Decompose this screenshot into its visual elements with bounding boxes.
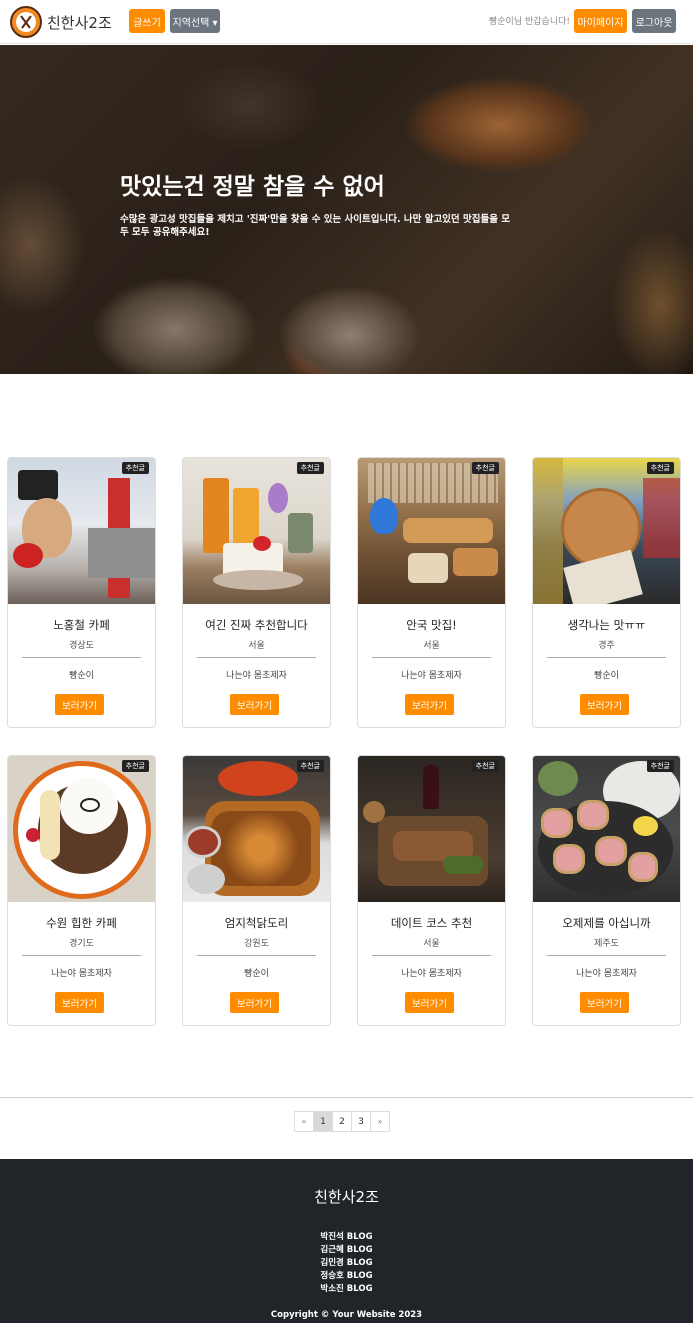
post-author: 나는야 몸초제자 (401, 969, 462, 979)
view-button[interactable]: 보러가기 (230, 992, 279, 1013)
view-button[interactable]: 보러가기 (405, 992, 454, 1013)
recommend-badge: 추천글 (296, 760, 324, 772)
post-title: 여긴 진짜 추천합니다 (205, 618, 308, 632)
footer-blog-link[interactable]: 김근혜 BLOG (0, 1244, 693, 1257)
post-region: 서울 (423, 641, 440, 651)
card-divider (547, 657, 666, 658)
hero-subtitle: 수많은 광고성 맛집들을 제치고 '진짜'만을 찾을 수 있는 사이트입니다. … (120, 214, 510, 238)
post-card[interactable]: 추천글 생각나는 맛ㅠㅠ 경주 빵순이 보러가기 (532, 457, 681, 728)
recommend-badge: 추천글 (471, 760, 499, 772)
post-region: 서울 (248, 641, 265, 651)
pagination-next[interactable]: » (370, 1111, 390, 1132)
post-title: 엄지척닭도리 (224, 916, 289, 930)
pagination: « 1 2 3 » (294, 1111, 390, 1132)
pagination-prev[interactable]: « (294, 1111, 314, 1132)
post-title: 오제제를 아십니까 (562, 916, 651, 930)
pagination-page[interactable]: 3 (351, 1111, 371, 1132)
view-button[interactable]: 보러가기 (55, 992, 104, 1013)
post-title: 생각나는 맛ㅠㅠ (567, 618, 646, 632)
region-select-dropdown[interactable]: 지역선택 ▾ (170, 9, 220, 33)
post-author: 빵순이 (244, 969, 269, 979)
post-author: 나는야 몸초제자 (576, 969, 637, 979)
post-title: 노홍철 카페 (53, 618, 110, 632)
post-author: 나는야 몸초제자 (51, 969, 112, 979)
post-region: 경상도 (69, 641, 94, 651)
footer-links: 박진석 BLOG 김근혜 BLOG 김민경 BLOG 정승호 BLOG 박소진 … (0, 1231, 693, 1296)
view-button[interactable]: 보러가기 (580, 992, 629, 1013)
post-card[interactable]: 추천글 데이트 코스 추천 서울 나는야 몸초제자 보러가기 (357, 755, 506, 1026)
view-button[interactable]: 보러가기 (230, 694, 279, 715)
brand[interactable]: 친한사2조 (10, 6, 112, 38)
copyright-text: Copyright © Your Website 2023 (270, 1310, 423, 1320)
brand-name: 친한사2조 (47, 13, 112, 32)
card-divider (372, 657, 491, 658)
view-button[interactable]: 보러가기 (55, 694, 104, 715)
post-card[interactable]: 추천글 수원 힙한 카페 경기도 나는야 몸초제자 보러가기 (7, 755, 156, 1026)
card-divider (547, 955, 666, 956)
card-divider (372, 955, 491, 956)
mypage-button[interactable]: 마이페이지 (574, 9, 627, 33)
post-image: 추천글 (358, 458, 505, 604)
post-author: 나는야 몸초제자 (401, 671, 462, 681)
post-image: 추천글 (533, 756, 680, 902)
post-card[interactable]: 추천글 여긴 진짜 추천합니다 서울 나는야 몸초제자 보러가기 (182, 457, 331, 728)
post-region: 서울 (423, 939, 440, 949)
card-divider (22, 657, 141, 658)
post-title: 수원 힙한 카페 (46, 916, 117, 930)
write-button[interactable]: 글쓰기 (129, 9, 165, 33)
post-author: 빵순이 (69, 671, 94, 681)
greeting-text: 빵순이님 반갑습니다! (489, 17, 570, 27)
post-region: 경기도 (69, 939, 94, 949)
card-divider (22, 955, 141, 956)
recommend-badge: 추천글 (471, 462, 499, 474)
post-image: 추천글 (183, 458, 330, 604)
logout-button[interactable]: 로그아웃 (632, 9, 676, 33)
pagination-page[interactable]: 1 (313, 1111, 333, 1132)
recommend-badge: 추천글 (646, 462, 674, 474)
post-image: 추천글 (183, 756, 330, 902)
footer-blog-link[interactable]: 김민경 BLOG (0, 1257, 693, 1270)
hero-banner: 맛있는건 정말 참을 수 없어 수많은 광고성 맛집들을 제치고 '진짜'만을 … (0, 45, 693, 374)
view-button[interactable]: 보러가기 (580, 694, 629, 715)
post-author: 나는야 몸초제자 (226, 671, 287, 681)
post-image: 추천글 (8, 756, 155, 902)
footer-blog-link[interactable]: 박진석 BLOG (0, 1231, 693, 1244)
post-region: 제주도 (594, 939, 619, 949)
brand-logo-icon (10, 6, 42, 38)
post-region: 경주 (598, 641, 615, 651)
footer-title: 친한사2조 (314, 1188, 379, 1206)
post-image: 추천글 (533, 458, 680, 604)
recommend-badge: 추천글 (121, 760, 149, 772)
footer-blog-link[interactable]: 박소진 BLOG (0, 1283, 693, 1296)
post-region: 강원도 (244, 939, 269, 949)
navbar: 친한사2조 글쓰기 지역선택 ▾ 빵순이님 반갑습니다! 마이페이지 로그아웃 (0, 0, 693, 44)
card-divider (197, 955, 316, 956)
section-divider (0, 1097, 693, 1098)
recommend-badge: 추천글 (296, 462, 324, 474)
post-card[interactable]: 추천글 엄지척닭도리 강원도 빵순이 보러가기 (182, 755, 331, 1026)
post-card[interactable]: 추천글 노홍철 카페 경상도 빵순이 보러가기 (7, 457, 156, 728)
post-card[interactable]: 추천글 오제제를 아십니까 제주도 나는야 몸초제자 보러가기 (532, 755, 681, 1026)
pagination-page[interactable]: 2 (332, 1111, 352, 1132)
post-title: 안국 맛집! (406, 618, 457, 632)
footer-blog-link[interactable]: 정승호 BLOG (0, 1270, 693, 1283)
hero-title: 맛있는건 정말 참을 수 없어 (120, 173, 385, 200)
post-image: 추천글 (358, 756, 505, 902)
recommend-badge: 추천글 (121, 462, 149, 474)
post-author: 빵순이 (594, 671, 619, 681)
recommend-badge: 추천글 (646, 760, 674, 772)
post-card[interactable]: 추천글 안국 맛집! 서울 나는야 몸초제자 보러가기 (357, 457, 506, 728)
post-image: 추천글 (8, 458, 155, 604)
footer: 친한사2조 박진석 BLOG 김근혜 BLOG 김민경 BLOG 정승호 BLO… (0, 1159, 693, 1323)
view-button[interactable]: 보러가기 (405, 694, 454, 715)
card-divider (197, 657, 316, 658)
post-title: 데이트 코스 추천 (390, 916, 473, 930)
